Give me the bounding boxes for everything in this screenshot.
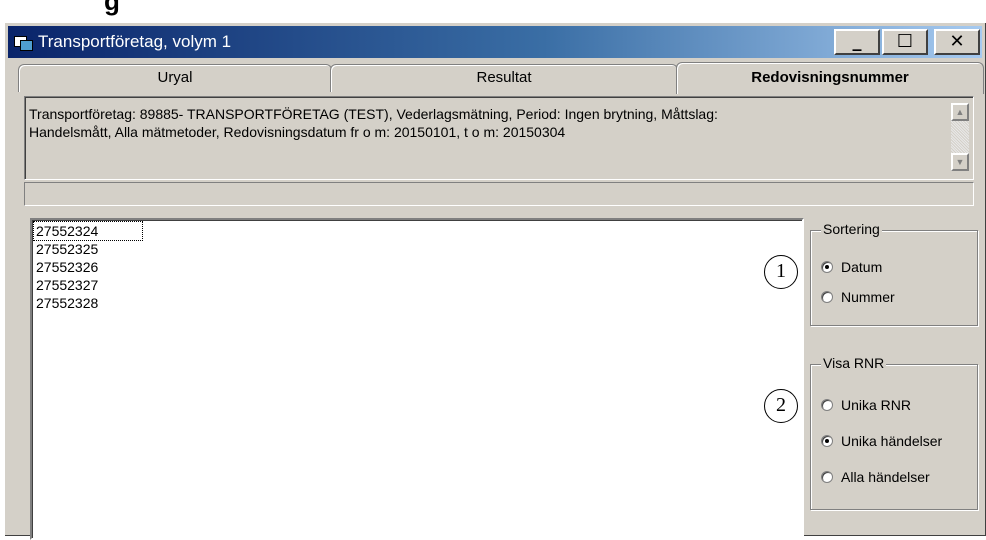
callout-1: 1 <box>764 255 798 289</box>
rnr-listbox[interactable]: 27552324 27552325 27552326 27552327 2755… <box>30 218 804 540</box>
scroll-up-icon[interactable]: ▲ <box>951 103 969 121</box>
radio-label: Nummer <box>841 289 895 305</box>
tab-resultat[interactable]: Resultat <box>330 64 678 92</box>
sortering-label: Sortering <box>821 221 882 237</box>
radio-label: Unika händelser <box>841 433 943 449</box>
status-strip <box>24 182 974 206</box>
radio-label: Alla händelser <box>841 469 930 485</box>
visa-rnr-group: Visa RNR Unika RNR Unika händelser Alla … <box>810 355 978 510</box>
summary-line-2: Handelsmått, Alla mätmetoder, Redovisnin… <box>29 124 566 140</box>
list-item[interactable]: 27552328 <box>34 294 100 312</box>
list-item[interactable]: 27552325 <box>34 240 100 258</box>
radio-unika-rnr[interactable]: Unika RNR <box>821 397 911 413</box>
list-item[interactable]: 27552327 <box>34 276 100 294</box>
selection-summary: Transportföretag: 89885- TRANSPORTFÖRETA… <box>24 96 974 180</box>
sortering-group: Sortering Datum Nummer <box>810 221 978 326</box>
radio-nummer[interactable]: Nummer <box>821 289 895 305</box>
window-title: Transportföretag, volym 1 <box>38 32 232 51</box>
radio-checked-icon[interactable] <box>821 435 833 447</box>
summary-scrollbar[interactable]: ▲ ▼ <box>951 103 969 171</box>
minimize-button[interactable]: _ <box>834 29 880 55</box>
radio-label: Unika RNR <box>841 397 912 413</box>
list-item[interactable]: 27552326 <box>34 258 100 276</box>
list-item[interactable]: 27552324 <box>33 221 143 241</box>
tab-urval[interactable]: Uryal <box>18 64 332 92</box>
visa-rnr-label: Visa RNR <box>821 355 887 371</box>
tab-strip: Uryal Resultat Redovisningsnummer <box>18 62 984 94</box>
scroll-down-icon[interactable]: ▼ <box>951 153 969 171</box>
radio-unchecked-icon[interactable] <box>821 471 833 483</box>
summary-line-1: Transportföretag: 89885- TRANSPORTFÖRETA… <box>29 106 718 122</box>
title-bar[interactable]: Transportföretag, volym 1 _ ☐ ✕ <box>8 26 982 58</box>
app-icon <box>14 34 33 51</box>
radio-unika-handelser[interactable]: Unika händelser <box>821 433 942 449</box>
callout-2: 2 <box>764 389 798 423</box>
close-button[interactable]: ✕ <box>934 29 980 55</box>
scroll-track[interactable] <box>951 121 969 153</box>
app-window: Transportföretag, volym 1 _ ☐ ✕ Uryal Re… <box>4 22 986 540</box>
radio-unchecked-icon[interactable] <box>821 399 833 411</box>
radio-unchecked-icon[interactable] <box>821 291 833 303</box>
radio-datum[interactable]: Datum <box>821 259 882 275</box>
cropped-heading: g <box>104 0 120 16</box>
tab-redovisningsnummer[interactable]: Redovisningsnummer <box>676 62 984 94</box>
radio-label: Datum <box>841 259 883 275</box>
radio-checked-icon[interactable] <box>821 261 833 273</box>
radio-alla-handelser[interactable]: Alla händelser <box>821 469 930 485</box>
maximize-button[interactable]: ☐ <box>882 29 928 55</box>
